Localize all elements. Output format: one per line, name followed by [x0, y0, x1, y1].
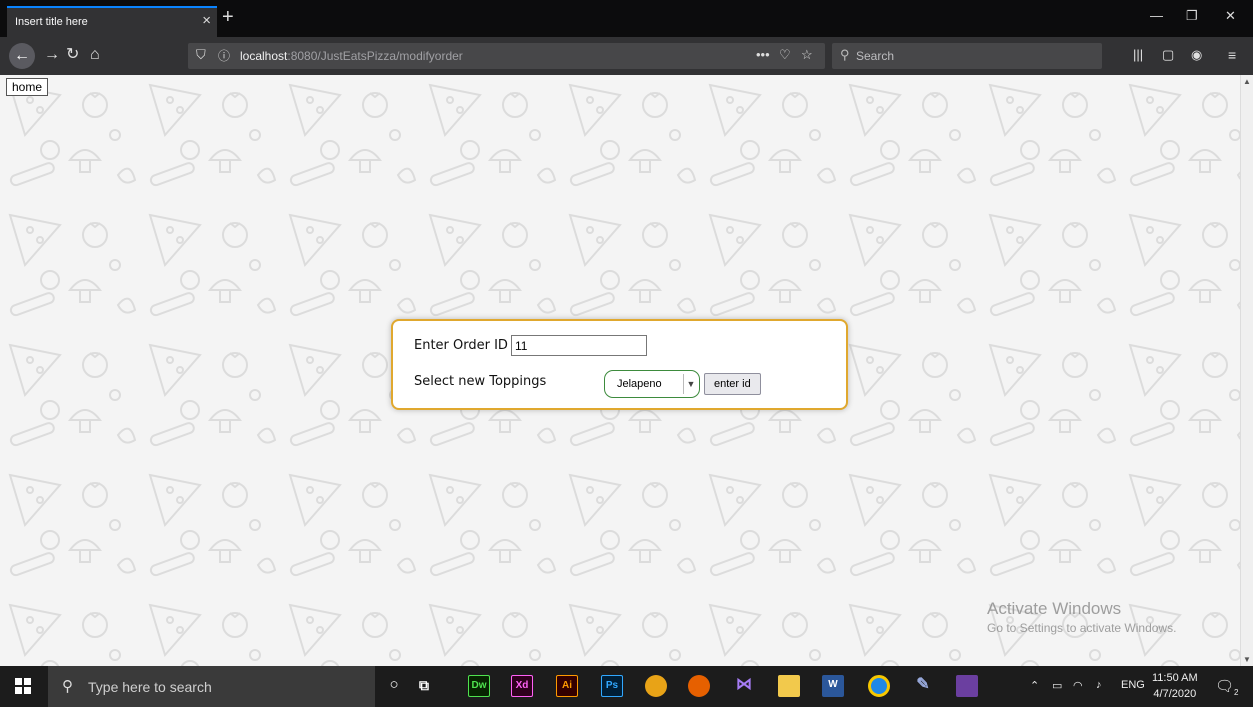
browser-nav-bar: ← → ↻ ⌂ ⛉ ⓘ localhost:8080/JustEatsPizza…	[0, 37, 1253, 75]
window-close-icon[interactable]: ✕	[1225, 8, 1236, 24]
pocket-icon[interactable]: ♡	[779, 47, 791, 63]
tab-close-icon[interactable]: ×	[202, 12, 211, 29]
sidebar-icon[interactable]: ▢	[1162, 46, 1174, 64]
settings-app-icon[interactable]	[868, 675, 890, 697]
taskbar-search-icon: ⚲	[62, 678, 73, 695]
browser-tab-bar: Insert title here × + — ❐ ✕	[0, 0, 1253, 37]
order-id-label: Enter Order ID	[414, 338, 508, 353]
search-bar[interactable]: ⚲	[832, 43, 1102, 69]
wifi-icon[interactable]: ◠	[1073, 679, 1083, 692]
info-icon[interactable]: ⓘ	[218, 47, 230, 64]
watermark-title: Activate Windows	[987, 599, 1122, 618]
tab-title: Insert title here	[15, 16, 88, 28]
app-icon[interactable]	[956, 675, 978, 697]
vertical-scrollbar[interactable]: ▲ ▼	[1240, 75, 1253, 666]
network-icon[interactable]: ▭	[1052, 679, 1062, 692]
activate-windows-watermark: Activate Windows Go to Settings to activ…	[987, 599, 1176, 635]
minimize-icon[interactable]: —	[1150, 8, 1163, 23]
restore-icon[interactable]: ❐	[1186, 8, 1198, 24]
volume-icon[interactable]: ♪	[1096, 679, 1102, 691]
home-icon[interactable]: ⌂	[90, 46, 100, 64]
search-icon: ⚲	[840, 47, 850, 62]
browser-tab[interactable]: Insert title here ×	[7, 6, 217, 37]
photoshop-icon[interactable]: Ps	[601, 675, 623, 697]
toppings-label: Select new Toppings	[414, 374, 547, 389]
paint-icon[interactable]: ✎	[912, 675, 934, 697]
watermark-subtitle: Go to Settings to activate Windows.	[987, 621, 1177, 635]
file-explorer-icon[interactable]	[778, 675, 800, 697]
chrome-icon[interactable]	[645, 675, 667, 697]
home-link-button[interactable]: home	[6, 78, 49, 96]
enter-id-button[interactable]: enter id	[704, 373, 761, 395]
reload-icon[interactable]: ↻	[66, 46, 79, 64]
dreamweaver-icon[interactable]: Dw	[468, 675, 490, 697]
illustrator-icon[interactable]: Ai	[556, 675, 578, 697]
url-path: :8080/JustEatsPizza/modifyorder	[287, 49, 463, 63]
scroll-down-icon[interactable]: ▼	[1243, 655, 1251, 664]
windows-taskbar: ⚲ Type here to search ○ ⧉ Dw Xd Ai Ps ⋈ …	[0, 666, 1253, 707]
task-view-icon[interactable]: ⧉	[413, 675, 435, 697]
scroll-up-icon[interactable]: ▲	[1243, 77, 1251, 86]
windows-start-icon[interactable]	[15, 678, 31, 694]
library-icon[interactable]: |||	[1133, 46, 1143, 64]
order-id-input[interactable]	[511, 335, 647, 356]
clock-date: 4/7/2020	[1153, 688, 1197, 700]
word-icon[interactable]: W	[822, 675, 844, 697]
forward-arrow-icon[interactable]: →	[44, 46, 60, 64]
account-icon[interactable]: ◉	[1191, 46, 1202, 64]
back-arrow-icon[interactable]: ←	[9, 43, 35, 69]
clock-time: 11:50 AM	[1152, 672, 1198, 684]
cortana-icon[interactable]: ○	[383, 675, 405, 697]
toppings-select[interactable]: Jelapeno ▼	[604, 370, 700, 398]
chevron-down-icon[interactable]: ▼	[683, 374, 698, 394]
address-bar[interactable]: ⛉ ⓘ localhost:8080/JustEatsPizza/modifyo…	[188, 43, 825, 69]
bookmark-star-icon[interactable]: ☆	[801, 47, 813, 63]
url-text[interactable]: localhost:8080/JustEatsPizza/modifyorder	[240, 49, 463, 63]
adobe-xd-icon[interactable]: Xd	[511, 675, 533, 697]
language-indicator[interactable]: ENG	[1121, 679, 1145, 691]
new-tab-button[interactable]: +	[222, 6, 234, 29]
taskbar-clock[interactable]: 11:50 AM 4/7/2020	[1152, 670, 1198, 702]
shield-icon[interactable]: ⛉	[196, 47, 206, 63]
notification-count: 2	[1234, 688, 1239, 697]
taskbar-search-box[interactable]: ⚲ Type here to search	[48, 666, 375, 707]
page-content: home Enter Order ID Select new Toppings …	[0, 75, 1240, 666]
visual-studio-icon[interactable]: ⋈	[733, 675, 755, 697]
page-actions-icon[interactable]: •••	[756, 47, 770, 62]
notification-center-icon[interactable]: 🗨2	[1215, 677, 1239, 697]
tray-chevron-icon[interactable]: ⌃	[1030, 679, 1039, 692]
modify-order-form: Enter Order ID Select new Toppings Jelap…	[391, 319, 848, 410]
menu-icon[interactable]: ≡	[1228, 46, 1236, 64]
browser-search-input[interactable]	[856, 47, 1086, 65]
firefox-icon[interactable]	[688, 675, 710, 697]
url-host: localhost	[240, 49, 288, 63]
toppings-selected-value: Jelapeno	[617, 378, 662, 390]
taskbar-search-placeholder: Type here to search	[88, 679, 212, 695]
